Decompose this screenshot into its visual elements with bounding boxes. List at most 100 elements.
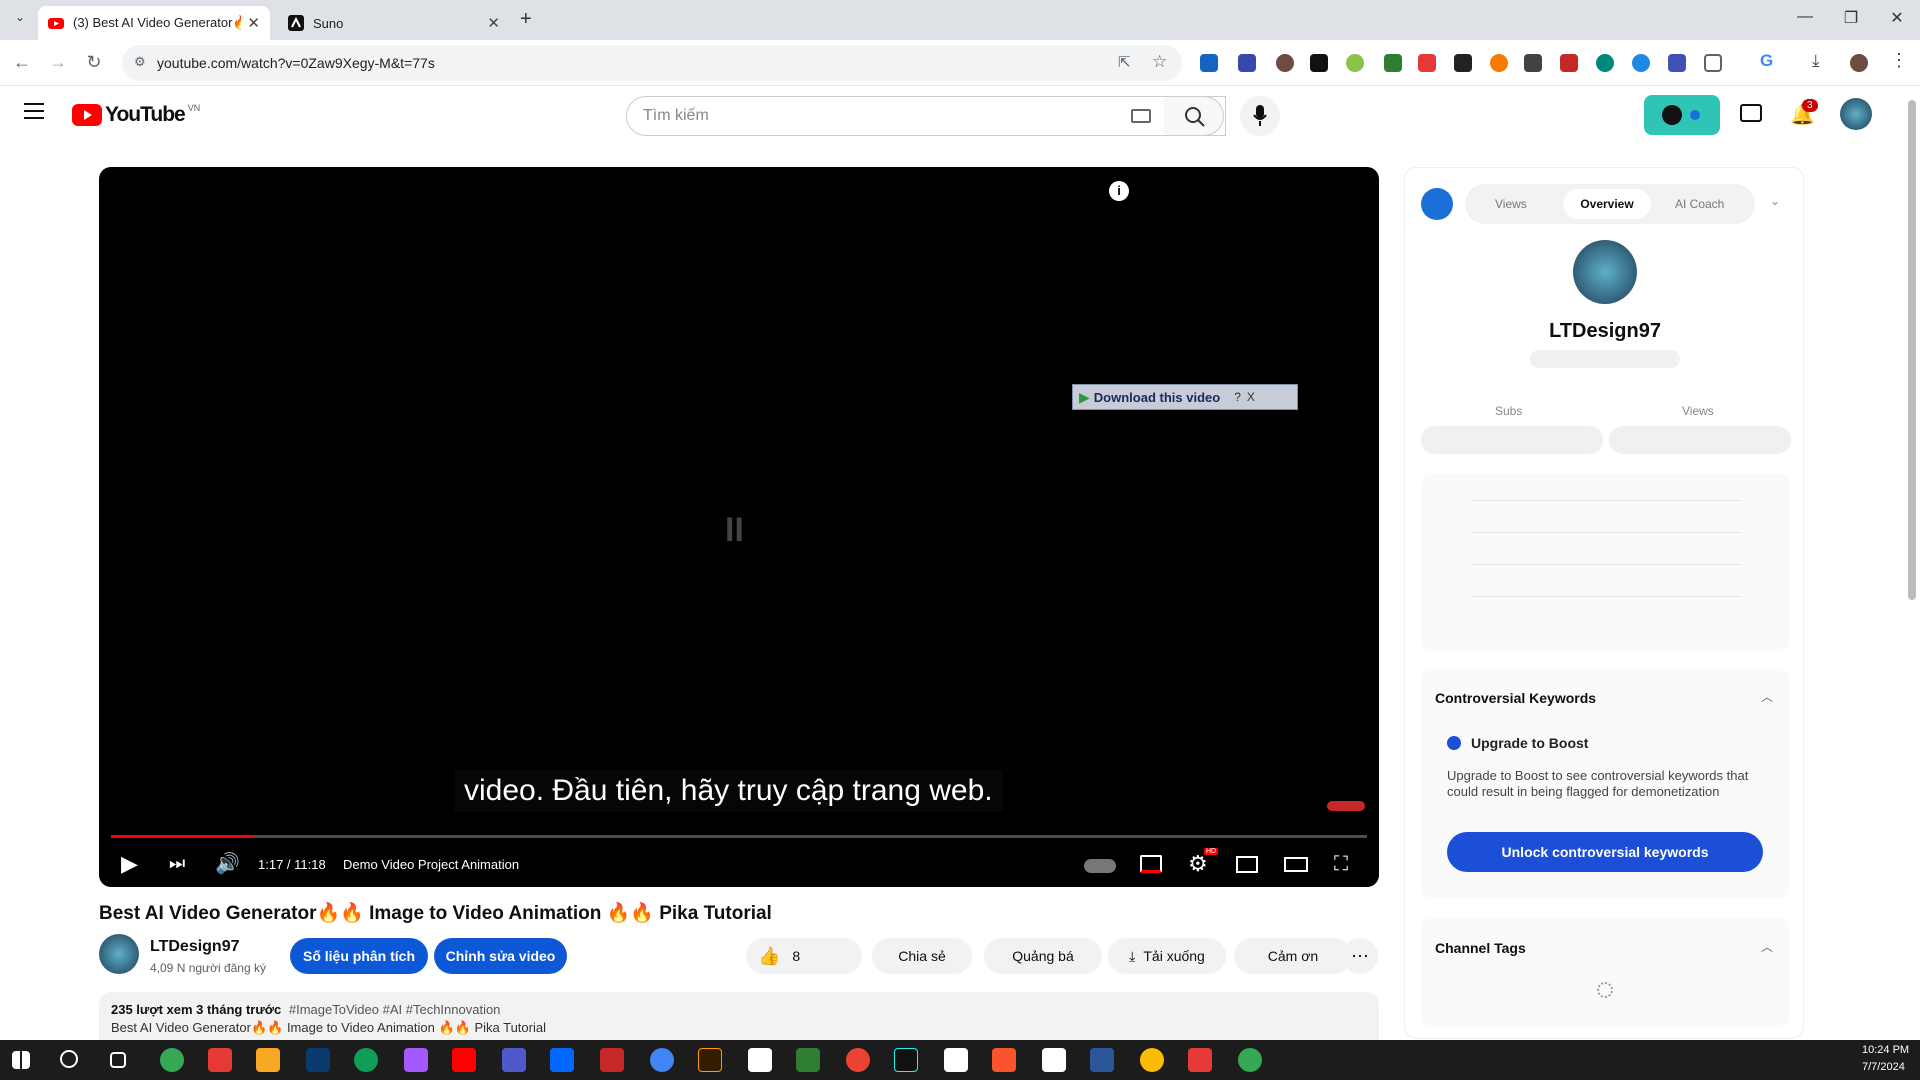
volume-icon[interactable]: 🔊: [215, 851, 240, 876]
recorder-app-icon[interactable]: [208, 1048, 232, 1072]
edit-video-button[interactable]: Chỉnh sửa video: [434, 938, 567, 974]
site-info-icon[interactable]: ⚙: [134, 54, 146, 70]
close-tab-icon[interactable]: ✕: [487, 14, 500, 32]
tab-suno[interactable]: Suno ✕: [278, 6, 510, 40]
voice-search-button[interactable]: [1240, 96, 1280, 136]
chrome-alt-icon[interactable]: [1140, 1048, 1164, 1072]
clock-time[interactable]: 10:24 PM: [1862, 1044, 1909, 1056]
collapse-chevron-icon[interactable]: ⌄: [1770, 194, 1780, 208]
close-tab-icon[interactable]: ✕: [247, 14, 260, 32]
keyboard-icon[interactable]: [1131, 109, 1151, 123]
chrome-profile-icon[interactable]: [846, 1048, 870, 1072]
open-in-app-icon[interactable]: ⇱: [1118, 53, 1131, 71]
theater-mode-icon[interactable]: [1284, 857, 1308, 872]
extension-icon[interactable]: [1490, 54, 1508, 72]
unlock-keywords-button[interactable]: Unlock controversial keywords: [1447, 832, 1763, 872]
acrobat-icon[interactable]: [600, 1048, 624, 1072]
bookmark-star-icon[interactable]: ☆: [1152, 52, 1167, 72]
tiktok-icon[interactable]: [894, 1048, 918, 1072]
hamburger-menu-icon[interactable]: [24, 103, 44, 119]
chrome-app-icon[interactable]: [160, 1048, 184, 1072]
minimize-icon[interactable]: —: [1790, 8, 1820, 26]
channel-name[interactable]: LTDesign97: [150, 938, 240, 956]
profile-avatar[interactable]: [1850, 54, 1868, 72]
address-bar[interactable]: ⚙ youtube.com/watch?v=0Zaw9Xegy-M&t=77s …: [122, 45, 1182, 81]
extension-icon[interactable]: [1200, 54, 1218, 72]
clipchamp-icon[interactable]: [1188, 1048, 1212, 1072]
tab-overview[interactable]: Overview: [1563, 189, 1651, 219]
analytics-button[interactable]: Số liệu phân tích: [290, 938, 428, 974]
subtitles-icon[interactable]: [1140, 855, 1162, 873]
teams-icon[interactable]: [502, 1048, 526, 1072]
search-input[interactable]: Tìm kiếm: [626, 96, 1226, 136]
clock-date[interactable]: 7/7/2024: [1862, 1061, 1905, 1073]
task-view-icon[interactable]: [110, 1052, 126, 1068]
fullscreen-icon[interactable]: ⛶: [1334, 853, 1348, 876]
miniplayer-icon[interactable]: [1236, 856, 1258, 873]
tab-views[interactable]: Views: [1495, 197, 1527, 211]
youtube-app-icon[interactable]: [452, 1048, 476, 1072]
boost-extension-button[interactable]: [1644, 95, 1720, 135]
tab-list-chevron-icon[interactable]: ⌄: [10, 10, 30, 30]
chrome-extra-icon[interactable]: [1238, 1048, 1262, 1072]
youtube-logo[interactable]: YouTube VN: [72, 103, 200, 127]
edge-icon[interactable]: [354, 1048, 378, 1072]
brave-icon[interactable]: [992, 1048, 1016, 1072]
next-video-icon[interactable]: ⏭: [169, 853, 185, 874]
page-scrollbar[interactable]: [1908, 100, 1916, 600]
tab-youtube[interactable]: (3) Best AI Video Generator🔥🔥 ✕: [38, 6, 270, 40]
capcut-alt-icon[interactable]: [1042, 1048, 1066, 1072]
capcut-pro-icon[interactable]: [944, 1048, 968, 1072]
download-close-button[interactable]: X: [1247, 390, 1255, 404]
capcut-icon[interactable]: [748, 1048, 772, 1072]
extension-icon[interactable]: [1524, 54, 1542, 72]
thanks-button[interactable]: Cảm ơn: [1234, 938, 1352, 974]
download-help-button[interactable]: ?: [1234, 390, 1241, 404]
extension-icon[interactable]: [1238, 54, 1256, 72]
collapse-chevron-icon[interactable]: ︿: [1761, 688, 1773, 705]
video-player[interactable]: i ▶ Download this video ? X II video. Đầ…: [99, 167, 1379, 887]
account-avatar[interactable]: [1840, 98, 1872, 130]
promote-button[interactable]: Quảng bá: [984, 938, 1102, 974]
search-icon[interactable]: [60, 1050, 78, 1068]
create-video-icon[interactable]: [1740, 104, 1762, 122]
extension-icon[interactable]: [1346, 54, 1364, 72]
new-tab-button[interactable]: +: [520, 8, 532, 31]
channel-avatar[interactable]: [99, 934, 139, 974]
extension-icon[interactable]: [1632, 54, 1650, 72]
download-popup[interactable]: ▶ Download this video ? X: [1072, 384, 1298, 410]
download-button[interactable]: ⤓ Tải xuống: [1108, 938, 1226, 974]
reload-icon[interactable]: ↻: [82, 52, 106, 73]
figma-icon[interactable]: [404, 1048, 428, 1072]
autoplay-toggle[interactable]: [1084, 859, 1116, 873]
extension-icon[interactable]: [1384, 54, 1402, 72]
play-button-icon[interactable]: ▶: [121, 851, 138, 877]
zalo-icon[interactable]: [550, 1048, 574, 1072]
tab-ai-coach[interactable]: AI Coach: [1675, 197, 1724, 211]
extension-icon[interactable]: [1310, 54, 1328, 72]
extension-icon[interactable]: [1596, 54, 1614, 72]
progress-bar[interactable]: [111, 835, 1367, 838]
more-actions-icon[interactable]: ⋯: [1342, 938, 1378, 974]
word-icon[interactable]: [1090, 1048, 1114, 1072]
chapter-title[interactable]: Demo Video Project Animation: [343, 857, 519, 872]
extension-icon[interactable]: [1418, 54, 1436, 72]
chrome-active-icon[interactable]: [650, 1048, 674, 1072]
vpn-lock-icon[interactable]: [796, 1048, 820, 1072]
google-icon[interactable]: G: [1760, 51, 1778, 70]
file-explorer-icon[interactable]: [256, 1048, 280, 1072]
extension-icon[interactable]: [1668, 54, 1686, 72]
hashtags[interactable]: #ImageToVideo #AI #TechInnovation: [289, 1002, 501, 1017]
illustrator-icon[interactable]: [698, 1048, 722, 1072]
photoshop-icon[interactable]: [306, 1048, 330, 1072]
extension-icon[interactable]: [1560, 54, 1578, 72]
search-button[interactable]: [1164, 96, 1224, 136]
description-box[interactable]: 235 lượt xem 3 tháng trước #ImageToVideo…: [99, 992, 1379, 1040]
share-button[interactable]: Chia sẻ: [872, 938, 972, 974]
downloads-icon[interactable]: ⤓: [1812, 51, 1830, 70]
windows-start-icon[interactable]: [12, 1051, 30, 1069]
info-icon[interactable]: i: [1109, 181, 1129, 201]
like-button[interactable]: 👍 8: [746, 938, 862, 974]
extension-icon[interactable]: [1276, 54, 1294, 72]
close-window-icon[interactable]: ✕: [1882, 8, 1912, 28]
